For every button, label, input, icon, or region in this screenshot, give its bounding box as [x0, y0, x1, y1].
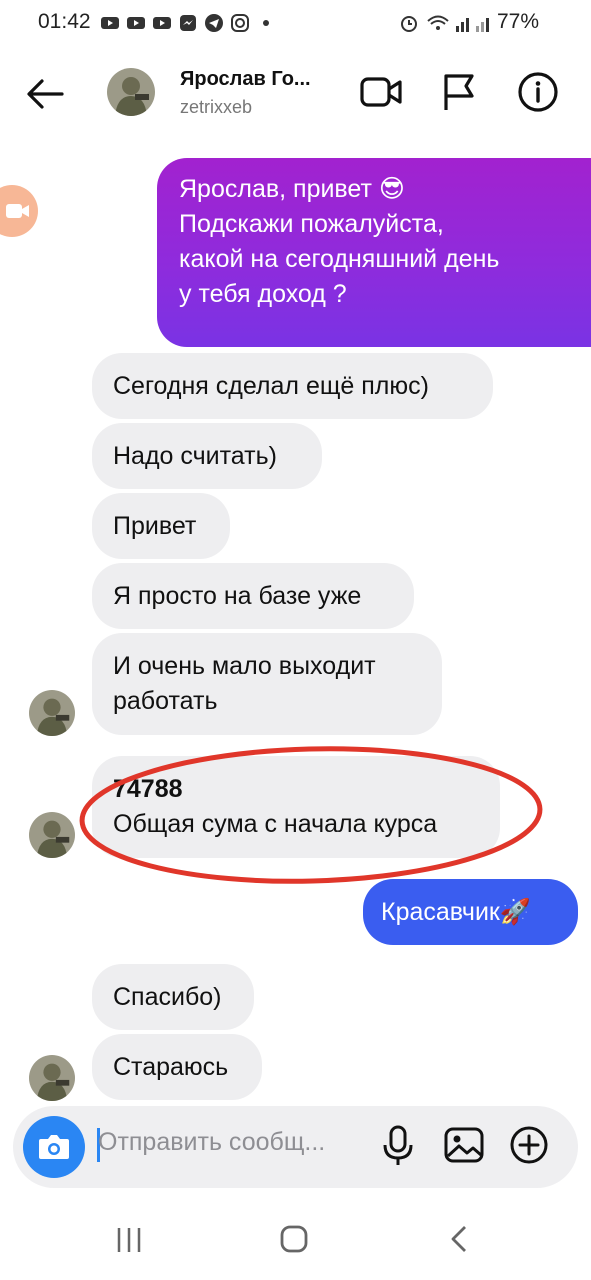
incoming-message-bubble[interactable]: И очень мало выходит работать: [92, 633, 442, 735]
sender-avatar[interactable]: [29, 1055, 75, 1101]
message-text: Привет: [113, 512, 197, 540]
sender-avatar[interactable]: [29, 690, 75, 736]
message-text: Сегодня сделал ещё плюс): [113, 372, 429, 400]
incoming-message-bubble[interactable]: 74788 Общая сума с начала курса: [92, 756, 500, 858]
youtube-icon: [101, 17, 119, 29]
message-input[interactable]: Отправить сообщ...: [98, 1128, 325, 1157]
message-line: Ярослав, привет 😎: [179, 175, 405, 203]
video-call-icon[interactable]: [358, 70, 404, 114]
avatar-photo: [29, 812, 75, 858]
avatar-photo: [29, 690, 75, 736]
instagram-icon: [231, 14, 249, 32]
incoming-message-bubble[interactable]: Стараюсь: [92, 1034, 262, 1100]
outgoing-message-bubble[interactable]: Красавчик🚀: [363, 879, 578, 945]
youtube-icon: [127, 17, 145, 29]
microphone-icon[interactable]: [380, 1123, 416, 1167]
message-line: И очень мало выходит: [113, 652, 376, 680]
signal-icon: [476, 18, 489, 32]
incoming-message-bubble[interactable]: Я просто на базе уже: [92, 563, 414, 629]
signal-icon: [456, 18, 469, 32]
message-text: Стараюсь: [113, 1053, 229, 1081]
message-line: Подскажи пожалуйста,: [179, 210, 444, 238]
nav-back-icon[interactable]: [448, 1223, 470, 1255]
camera-icon: [39, 1135, 69, 1159]
alarm-icon: [401, 16, 417, 32]
sender-avatar[interactable]: [29, 812, 75, 858]
message-line: у тебя доход ?: [179, 280, 347, 308]
dot-icon: [263, 20, 269, 26]
gallery-icon[interactable]: [442, 1123, 486, 1167]
message-text: Я просто на базе уже: [113, 582, 362, 610]
add-circle-icon[interactable]: [508, 1123, 550, 1167]
battery-level: 77%: [497, 10, 540, 33]
outgoing-message-bubble[interactable]: Ярослав, привет 😎 Подскажи пожалуйста, к…: [157, 158, 591, 347]
home-icon[interactable]: [279, 1223, 309, 1255]
video-camera-icon: [6, 204, 29, 218]
message-text: Спасибо): [113, 983, 222, 1011]
incoming-message-bubble[interactable]: Сегодня сделал ещё плюс): [92, 353, 493, 419]
contact-username[interactable]: zetrixxeb: [180, 97, 252, 118]
system-status-icons: [401, 15, 489, 32]
camera-button[interactable]: [23, 1116, 85, 1178]
status-notification-icons: [100, 13, 276, 33]
telegram-icon: [205, 14, 223, 32]
youtube-icon: [153, 17, 171, 29]
message-line: работать: [113, 687, 218, 715]
message-line: какой на сегодняшний день: [179, 245, 500, 273]
wifi-icon: [427, 15, 449, 30]
info-icon[interactable]: [516, 70, 560, 114]
contact-avatar[interactable]: [107, 68, 155, 116]
message-text: Красавчик🚀: [381, 898, 531, 926]
contact-name[interactable]: Ярослав Го...: [180, 68, 330, 91]
messenger-icon: [180, 15, 196, 31]
incoming-message-bubble[interactable]: Надо считать): [92, 423, 322, 489]
incoming-message-bubble[interactable]: Спасибо): [92, 964, 254, 1030]
avatar-photo: [29, 1055, 75, 1101]
back-arrow-icon[interactable]: [24, 74, 66, 114]
status-time: 01:42: [38, 10, 91, 33]
message-text: Надо считать): [113, 442, 277, 470]
chat-header: [0, 46, 591, 142]
incoming-message-bubble[interactable]: Привет: [92, 493, 230, 559]
avatar-photo: [107, 68, 155, 116]
income-amount: 74788: [113, 775, 183, 803]
ongoing-call-bubble[interactable]: [0, 185, 38, 237]
recent-apps-icon[interactable]: [114, 1225, 144, 1255]
flag-icon[interactable]: [438, 70, 480, 114]
message-line: Общая сума с начала курса: [113, 810, 438, 838]
